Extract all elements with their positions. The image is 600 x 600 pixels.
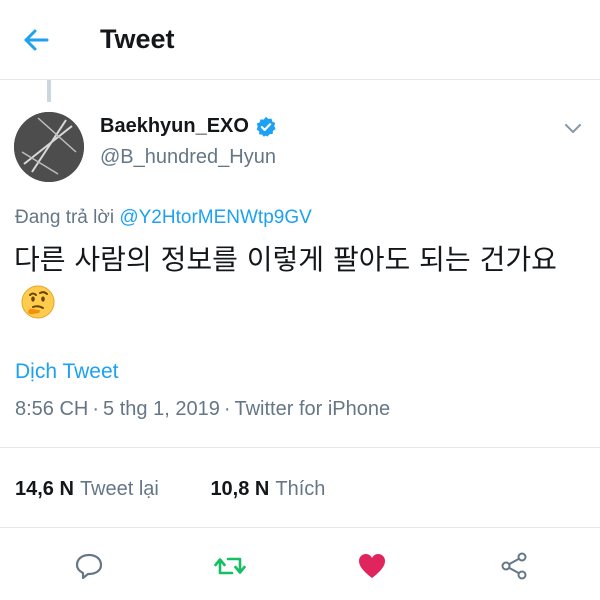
retweets-stat[interactable]: 14,6 N Tweet lại	[15, 478, 164, 500]
tweet-body: 다른 사람의 정보를 이렇게 팔아도 되는 건가요	[14, 243, 557, 276]
reply-button[interactable]	[72, 549, 106, 583]
user-handle[interactable]: @B_hundred_Hyun	[100, 146, 277, 169]
meta-separator: ·	[92, 398, 100, 420]
user-info: Baekhyun_EXO @B_hundred_Hyun	[100, 115, 277, 169]
share-button[interactable]	[497, 549, 531, 583]
thread-connector-line	[47, 80, 51, 102]
like-button[interactable]	[355, 549, 389, 583]
thinking-face-emoji	[20, 284, 56, 335]
heart-icon	[359, 554, 385, 578]
tweet-metadata: 8:56 CH · 5 thg 1, 2019 · Twitter for iPhone	[15, 398, 390, 421]
reply-icon	[75, 553, 103, 580]
reply-context: Đang trả lời @Y2HtorMENWtp9GV	[15, 207, 312, 229]
display-name[interactable]: Baekhyun_EXO	[100, 115, 249, 138]
likes-stat[interactable]: 10,8 N Thích	[210, 478, 325, 500]
page-title: Tweet	[100, 24, 175, 54]
avatar-image	[14, 112, 84, 182]
display-name-row: Baekhyun_EXO	[100, 115, 277, 138]
retweet-button[interactable]	[213, 549, 247, 583]
back-button[interactable]	[18, 22, 54, 58]
avatar[interactable]	[14, 112, 84, 182]
engagement-stats: 14,6 N Tweet lại 10,8 N Thích	[15, 478, 325, 501]
verified-badge-icon	[255, 116, 277, 138]
retweet-icon	[214, 557, 246, 575]
top-bar: Tweet	[0, 0, 600, 80]
reply-prefix: Đang trả lời	[15, 207, 115, 228]
tweet-menu-button[interactable]	[562, 118, 584, 140]
translate-tweet-link[interactable]: Dịch Tweet	[15, 360, 119, 384]
likes-label: Thích	[275, 478, 326, 500]
meta-separator: ·	[223, 398, 231, 420]
tweet-text: 다른 사람의 정보를 이렇게 팔아도 되는 건가요	[14, 236, 584, 335]
tweet-date[interactable]: 5 thg 1, 2019	[103, 398, 220, 420]
arrow-left-icon	[24, 29, 49, 51]
share-icon	[501, 552, 527, 580]
retweets-label: Tweet lại	[79, 478, 159, 500]
reply-to-handle[interactable]: @Y2HtorMENWtp9GV	[119, 207, 311, 228]
divider	[0, 447, 600, 448]
chevron-down-icon	[565, 124, 581, 133]
tweet-source: Twitter for iPhone	[234, 398, 391, 420]
divider	[0, 527, 600, 528]
likes-count: 10,8 N	[210, 478, 270, 500]
tweet-time: 8:56 CH	[15, 398, 89, 420]
retweets-count: 14,6 N	[15, 478, 74, 500]
